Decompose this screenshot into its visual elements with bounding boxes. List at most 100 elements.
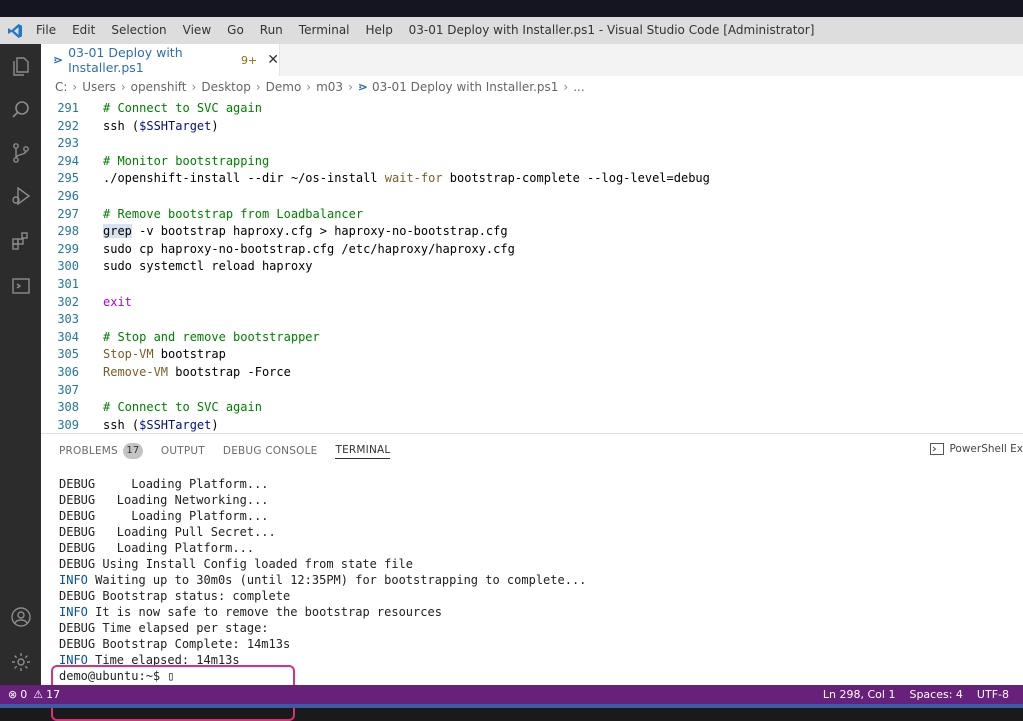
warning-icon: ⚠: [33, 688, 44, 701]
tab-terminal[interactable]: TERMINAL: [335, 444, 391, 459]
search-icon[interactable]: [0, 90, 41, 130]
breadcrumb-item[interactable]: m03: [316, 80, 343, 94]
source-control-icon[interactable]: [0, 133, 41, 173]
code-token: # Connect to SVC again: [103, 400, 262, 415]
menu-item-help[interactable]: Help: [358, 17, 401, 44]
line-content: # Stop and remove bootstrapper: [103, 329, 320, 346]
vscode-logo-icon: [2, 17, 28, 44]
code-token: ): [211, 417, 219, 432]
log-level: DEBUG: [59, 557, 96, 571]
menu-item-go[interactable]: Go: [219, 17, 252, 44]
line-number: 297: [57, 206, 79, 221]
run-debug-icon[interactable]: [0, 176, 41, 216]
tab-filename: 03-01 Deploy with Installer.ps1: [68, 45, 183, 75]
problems-status[interactable]: ⊗ 0 ⚠ 17: [8, 688, 60, 701]
error-count: 0: [20, 688, 28, 701]
menu-item-view[interactable]: View: [175, 17, 219, 44]
terminal-icon: [930, 443, 945, 455]
menu-item-terminal[interactable]: Terminal: [291, 17, 358, 44]
terminal-line: DEBUG Time elapsed per stage:: [59, 620, 999, 636]
log-level: DEBUG: [59, 477, 96, 491]
log-text: Loading Platform...: [95, 509, 269, 523]
screen-top-strip: [0, 0, 1023, 17]
tab-problems[interactable]: PROBLEMS 17: [59, 443, 143, 459]
code-token: exit: [103, 294, 132, 309]
terminal-line: DEBUG Bootstrap Complete: 14m13s: [59, 636, 999, 652]
line-content: exit: [103, 294, 132, 311]
line-number: 294: [57, 153, 79, 168]
log-level: DEBUG: [59, 509, 96, 523]
log-level: DEBUG: [59, 621, 96, 635]
line-content: Stop-VM bootstrap: [103, 346, 226, 363]
code-editor[interactable]: 291 # Connect to SVC again 292 ssh ($SSHTar…: [41, 98, 1023, 433]
chevron-right-icon: ›: [72, 80, 78, 94]
chevron-right-icon: ›: [120, 80, 126, 94]
breadcrumb: C: › Users › openshift › Desktop › Demo › m03 › ⋗ 03-…: [41, 76, 1023, 98]
code-token: sudo cp haproxy-no-bootstrap.cfg /etc/ha…: [103, 241, 515, 256]
terminal-line: DEBUG Loading Networking...: [59, 492, 999, 508]
log-level: DEBUG: [59, 525, 96, 539]
breadcrumb-item[interactable]: C:: [55, 80, 67, 94]
line-content: # Connect to SVC again: [103, 399, 262, 416]
remote-terminal-icon[interactable]: [0, 266, 41, 306]
code-token: sudo systemctl reload haproxy: [103, 259, 313, 274]
screen-bottom-strip: [0, 704, 1023, 708]
chevron-right-icon: ›: [348, 80, 353, 94]
terminal-output[interactable]: DEBUG Loading Platform... DEBUG Loading N…: [59, 476, 999, 684]
terminal-line: INFO Waiting up to 30m0s (until 12:35PM)…: [59, 572, 999, 588]
accounts-icon[interactable]: [0, 597, 41, 637]
terminal-line: DEBUG Loading Platform...: [59, 508, 999, 524]
shell-label: PowerShell Ex: [949, 443, 1023, 455]
line-number: 291: [57, 101, 79, 115]
editor-area: ⋗ 03-01 Deploy with Installer.ps1 9+ ✕ C…: [41, 44, 1023, 721]
tab-debug-console[interactable]: DEBUG CONSOLE: [223, 445, 318, 457]
terminal-line: DEBUG Loading Platform...: [59, 540, 999, 556]
breadcrumb-item[interactable]: 03-01 Deploy with Installer.ps1: [372, 80, 558, 94]
editor-tab-active[interactable]: ⋗ 03-01 Deploy with Installer.ps1 9+ ✕: [41, 44, 280, 76]
breadcrumb-item[interactable]: ...: [573, 80, 584, 94]
line-number: 296: [57, 189, 79, 203]
menu-item-edit[interactable]: Edit: [64, 17, 103, 44]
breadcrumb-item[interactable]: Demo: [266, 80, 302, 94]
extensions-icon[interactable]: [0, 221, 41, 261]
code-token: ): [211, 118, 219, 133]
code-token: bootstrap: [153, 347, 226, 362]
line-content: sudo cp haproxy-no-bootstrap.cfg /etc/ha…: [103, 241, 515, 258]
line-content: ./openshift-install --dir ~/os-install w…: [103, 170, 710, 187]
menu-item-file[interactable]: File: [28, 17, 64, 44]
code-token: # Monitor bootstrapping: [103, 153, 270, 168]
indentation[interactable]: Spaces: 4: [909, 688, 962, 701]
chevron-right-icon: ›: [255, 80, 261, 94]
code-token: bootstrap -Force: [168, 365, 291, 379]
line-content: ssh ($SSHTarget): [103, 118, 219, 135]
terminal-shell-selector[interactable]: PowerShell Ex: [930, 443, 1023, 455]
menu-item-selection[interactable]: Selection: [103, 17, 174, 44]
breadcrumb-item[interactable]: openshift: [131, 80, 187, 94]
close-icon[interactable]: ✕: [267, 52, 279, 68]
panel-tab-label: DEBUG CONSOLE: [222, 445, 318, 457]
encoding[interactable]: UTF-8: [977, 688, 1009, 701]
terminal-line: DEBUG Bootstrap status: complete: [59, 588, 999, 604]
line-content: grep -v bootstrap haproxy.cfg > haproxy-…: [103, 223, 508, 240]
line-content: ssh ($SSHTarget): [103, 417, 219, 433]
line-number: 306: [57, 365, 79, 379]
explorer-icon[interactable]: [0, 46, 41, 86]
code-token: ssh (: [103, 417, 140, 432]
menu-item-run[interactable]: Run: [252, 17, 291, 44]
log-level: DEBUG: [59, 589, 96, 603]
tab-output[interactable]: OUTPUT: [161, 445, 205, 457]
code-token: # Connect to SVC again: [103, 101, 262, 115]
line-number: 300: [57, 259, 79, 274]
breadcrumb-item[interactable]: Desktop: [201, 80, 251, 94]
cursor-position[interactable]: Ln 298, Col 1: [823, 688, 896, 701]
line-number: 303: [57, 312, 79, 327]
code-token: Remove-VM: [103, 365, 169, 379]
breadcrumb-item[interactable]: Users: [82, 80, 116, 94]
line-number: 308: [57, 400, 79, 415]
code-token: -v bootstrap haproxy.cfg > haproxy-no-bo…: [131, 224, 508, 239]
line-content: sudo systemctl reload haproxy: [103, 258, 313, 275]
line-number: 307: [57, 382, 79, 397]
line-number: 292: [57, 118, 79, 133]
chevron-right-icon: ›: [191, 80, 197, 94]
manage-gear-icon[interactable]: [0, 642, 41, 682]
